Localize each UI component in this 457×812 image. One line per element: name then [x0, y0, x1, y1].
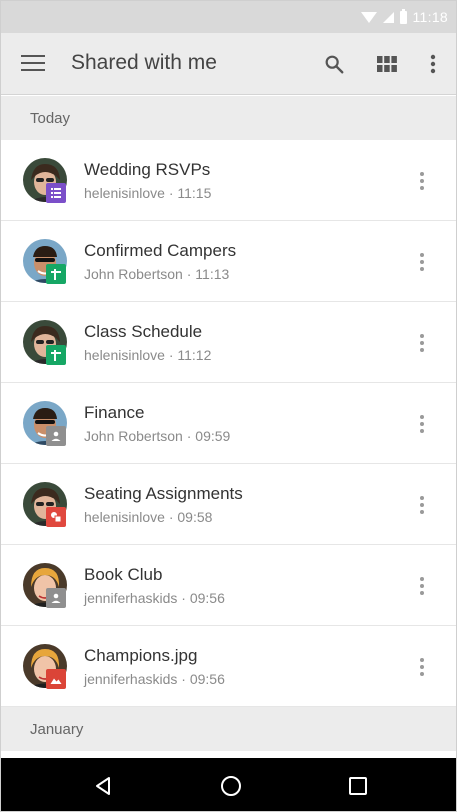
file-title: Class Schedule	[84, 322, 203, 341]
more-vert-icon[interactable]	[411, 492, 433, 518]
file-title: Finance	[84, 403, 145, 422]
file-meta: helenisinlove · 11:15	[84, 185, 212, 201]
more-vert-icon[interactable]	[411, 249, 433, 275]
search-icon[interactable]	[317, 47, 351, 81]
file-meta: jenniferhaskids · 09:56	[84, 671, 225, 687]
image-icon	[46, 669, 66, 689]
signal-icon	[382, 11, 394, 23]
drawing-icon	[46, 507, 66, 527]
wifi-icon	[360, 11, 377, 23]
file-meta: jenniferhaskids · 09:56	[84, 590, 225, 606]
shared-folder-icon	[46, 426, 66, 446]
back-icon[interactable]	[85, 768, 121, 804]
section-header-january: January	[1, 707, 456, 751]
list-item[interactable]: Confirmed Campers John Robertson · 11:13	[1, 221, 456, 302]
file-title: Book Club	[84, 565, 163, 584]
status-bar: 11:18	[1, 1, 456, 33]
list-item[interactable]: Seating Assignments helenisinlove · 09:5…	[1, 464, 456, 545]
file-meta: helenisinlove · 09:58	[84, 509, 213, 525]
file-meta: helenisinlove · 11:12	[84, 347, 212, 363]
file-title: Seating Assignments	[84, 484, 243, 503]
sheets-icon	[46, 264, 66, 284]
shared-folder-icon	[46, 588, 66, 608]
list-item[interactable]: Finance John Robertson · 09:59	[1, 383, 456, 464]
more-vert-icon[interactable]	[416, 47, 450, 81]
list-item[interactable]: Class Schedule helenisinlove · 11:12	[1, 302, 456, 383]
file-title: Confirmed Campers	[84, 241, 237, 260]
list-item[interactable]: Champions.jpg jenniferhaskids · 09:56	[1, 626, 456, 707]
recents-icon[interactable]	[340, 768, 376, 804]
file-title: Wedding RSVPs	[84, 160, 211, 179]
menu-icon[interactable]	[21, 55, 45, 73]
section-label: January	[30, 721, 84, 738]
app-screen: 11:18 Shared with me Today Wedding RSVPs	[0, 0, 457, 812]
forms-icon	[46, 183, 66, 203]
list-item[interactable]: Wedding RSVPs helenisinlove · 11:15	[1, 140, 456, 221]
more-vert-icon[interactable]	[411, 573, 433, 599]
more-vert-icon[interactable]	[411, 411, 433, 437]
file-meta: John Robertson · 09:59	[84, 428, 231, 444]
more-vert-icon[interactable]	[411, 330, 433, 356]
page-title: Shared with me	[71, 51, 217, 74]
status-icons: 11:18	[360, 1, 449, 33]
grid-view-icon[interactable]	[370, 47, 404, 81]
list-item[interactable]: Book Club jenniferhaskids · 09:56	[1, 545, 456, 626]
more-vert-icon[interactable]	[411, 168, 433, 194]
battery-icon	[399, 8, 407, 24]
more-vert-icon[interactable]	[411, 654, 433, 680]
file-title: Champions.jpg	[84, 646, 198, 665]
sheets-icon	[46, 345, 66, 365]
app-bar: Shared with me	[1, 33, 456, 95]
status-time: 11:18	[412, 9, 448, 25]
file-list: Wedding RSVPs helenisinlove · 11:15 Conf…	[1, 140, 456, 707]
home-icon[interactable]	[213, 768, 249, 804]
section-header-today: Today	[1, 96, 456, 140]
section-label: Today	[30, 110, 71, 127]
navigation-bar	[1, 758, 456, 811]
file-meta: John Robertson · 11:13	[84, 266, 230, 282]
